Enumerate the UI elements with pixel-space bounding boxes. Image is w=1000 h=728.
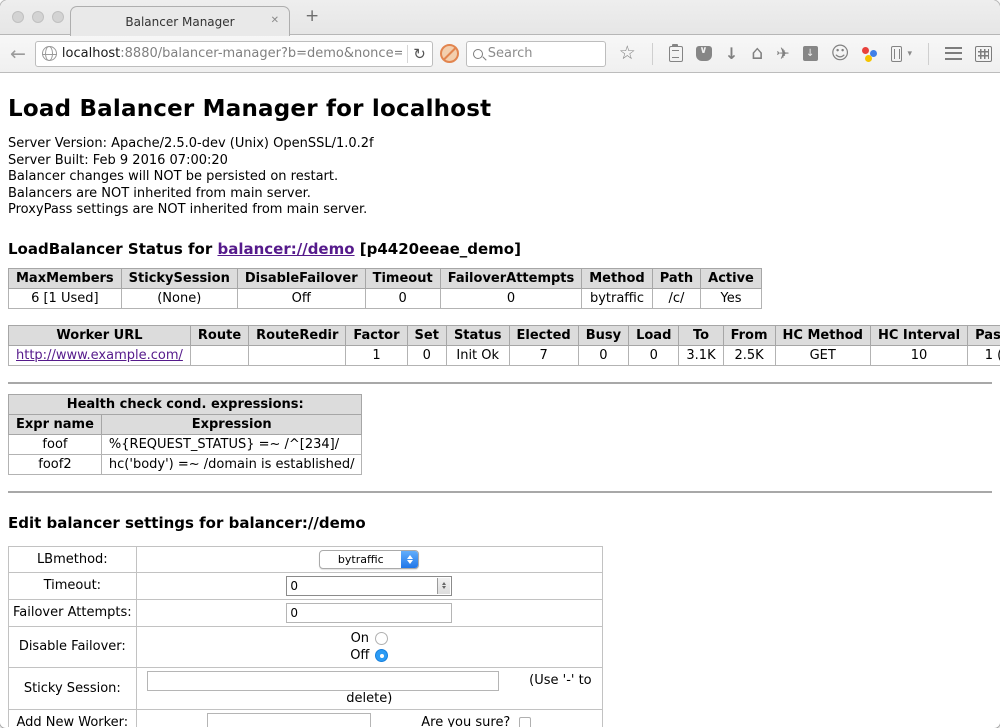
search-input[interactable] [488,46,588,61]
col-worker-url: Worker URL [9,325,191,345]
section-divider [8,491,992,493]
are-you-sure-checkbox[interactable] [519,717,531,728]
container-extension-icon[interactable] [891,46,902,62]
bookmark-star-icon[interactable]: ☆ [619,44,636,63]
lbmethod-select[interactable]: bytraffic [319,550,419,569]
site-identity-globe-icon[interactable] [42,46,57,61]
new-tab-button[interactable]: + [305,6,319,26]
health-row: foof %{REQUEST_STATUS} =~ /^[234]/ [9,434,362,454]
table-header-row: MaxMembers StickySession DisableFailover… [9,268,762,288]
failover-attempts-label: Failover Attempts: [9,599,137,626]
failover-off-radio[interactable] [375,649,388,662]
tab-title: Balancer Manager [125,15,234,29]
col-method: Method [582,268,652,288]
add-worker-input[interactable] [207,713,371,728]
colors-extension-icon[interactable] [862,46,878,62]
chevron-down-icon[interactable]: ▾ [907,49,912,59]
home-icon[interactable]: ⌂ [751,44,763,63]
toolbar-divider-2 [928,43,929,65]
col-maxmembers: MaxMembers [9,268,122,288]
timeout-input[interactable] [287,577,436,595]
disable-failover-label: Disable Failover: [9,626,137,667]
zoom-window-button[interactable] [52,11,64,23]
toolbar-icons: ☆ ↓ ⌂ ✈ ↓ ☺ ▾ [619,43,992,65]
feedback-smiley-icon[interactable]: ☺ [831,45,850,63]
tab-close-icon[interactable]: ✕ [271,15,279,26]
balancer-settings-form: LBmethod: bytraffic Timeout: [8,546,603,728]
server-built: Server Built: Feb 9 2016 07:00:20 [8,153,992,170]
url-path: :8880/balancer-manager?b=demo&nonce=decc… [120,46,402,61]
inherit-note: Balancers are NOT inherited from main se… [8,186,992,203]
url-text[interactable]: localhost:8880/balancer-manager?b=demo&n… [62,46,402,61]
server-version: Server Version: Apache/2.5.0-dev (Unix) … [8,136,992,153]
col-expr-name: Expr name [9,414,102,434]
balancer-demo-link[interactable]: balancer://demo [217,240,354,258]
content-blocked-icon[interactable] [440,44,459,63]
menu-icon[interactable] [945,47,962,60]
table-row: 6 [1 Used] (None) Off 0 0 bytraffic /c/ … [9,288,762,308]
reload-icon[interactable]: ↻ [413,45,426,63]
health-check-table: Health check cond. expressions: Expr nam… [8,394,362,475]
back-icon[interactable]: ← [8,43,28,65]
tiles-icon[interactable] [975,46,992,62]
col-active: Active [701,268,762,288]
section-divider [8,382,992,384]
worker-url-link[interactable]: http://www.example.com/ [16,348,183,363]
add-worker-label: Add New Worker: [9,709,137,727]
sticky-session-input[interactable] [147,671,499,691]
url-bar[interactable]: localhost:8880/balancer-manager?b=demo&n… [35,41,433,67]
col-stickysession: StickySession [121,268,237,288]
reading-list-icon[interactable] [669,46,683,62]
col-disablefailover: DisableFailover [237,268,365,288]
close-window-button[interactable] [12,11,24,23]
lbmethod-label: LBmethod: [9,546,137,572]
screenshot-icon[interactable]: ↓ [803,46,818,61]
search-bar[interactable] [466,41,606,67]
toolbar-divider [652,43,653,65]
lbmethod-selected-value: bytraffic [320,551,401,568]
health-table-title: Health check cond. expressions: [9,394,362,414]
window-controls [12,11,64,23]
are-you-sure-label: Are you sure? [421,715,510,727]
loadbalancer-status-heading: LoadBalancer Status for balancer://demo … [8,240,992,258]
navigation-toolbar: ← localhost:8880/balancer-manager?b=demo… [0,35,1000,73]
balancer-status-table: MaxMembers StickySession DisableFailover… [8,268,762,309]
timeout-input-wrap [286,576,452,596]
search-icon [473,49,483,59]
health-row: foof2 hc('body') =~ /domain is establish… [9,454,362,474]
select-stepper-icon [401,551,418,568]
sticky-session-label: Sticky Session: [9,667,137,709]
radio-off-label: Off [350,648,369,663]
timeout-label: Timeout: [9,572,137,599]
minimize-window-button[interactable] [32,11,44,23]
send-tab-icon[interactable]: ✈ [776,46,789,62]
failover-on-radio[interactable] [375,632,388,645]
status-heading-suffix: [p4420eeae_demo] [360,240,521,258]
pocket-icon[interactable] [696,46,712,61]
table-header-row: Expr name Expression [9,414,362,434]
edit-settings-heading: Edit balancer settings for balancer://de… [8,514,992,532]
table-header-row: Worker URL Route RouteRedir Factor Set S… [9,325,1000,345]
page-title: Load Balancer Manager for localhost [8,96,992,122]
failover-attempts-input[interactable] [286,603,452,623]
worker-status-table: Worker URL Route RouteRedir Factor Set S… [8,325,1000,366]
col-failoverattempts: FailoverAttempts [440,268,582,288]
title-bar: Balancer Manager ✕ + [0,0,1000,35]
proxypass-note: ProxyPass settings are NOT inherited fro… [8,202,992,219]
page-content: Load Balancer Manager for localhost Serv… [0,73,1000,727]
downloads-icon[interactable]: ↓ [725,46,738,62]
server-info: Server Version: Apache/2.5.0-dev (Unix) … [8,136,992,219]
col-path: Path [652,268,700,288]
col-expression: Expression [101,414,362,434]
status-heading-prefix: LoadBalancer Status for [8,240,212,258]
number-spinner-icon[interactable] [437,578,450,594]
browser-window: Balancer Manager ✕ + ← localhost:8880/ba… [0,0,1000,728]
urlbar-divider [407,45,408,63]
worker-row: http://www.example.com/ 1 0 Init Ok 7 0 … [9,345,1000,365]
url-domain: localhost [62,46,120,61]
radio-on-label: On [351,631,369,646]
tab-balancer-manager[interactable]: Balancer Manager ✕ [70,6,290,36]
col-timeout: Timeout [365,268,440,288]
persist-note: Balancer changes will NOT be persisted o… [8,169,992,186]
